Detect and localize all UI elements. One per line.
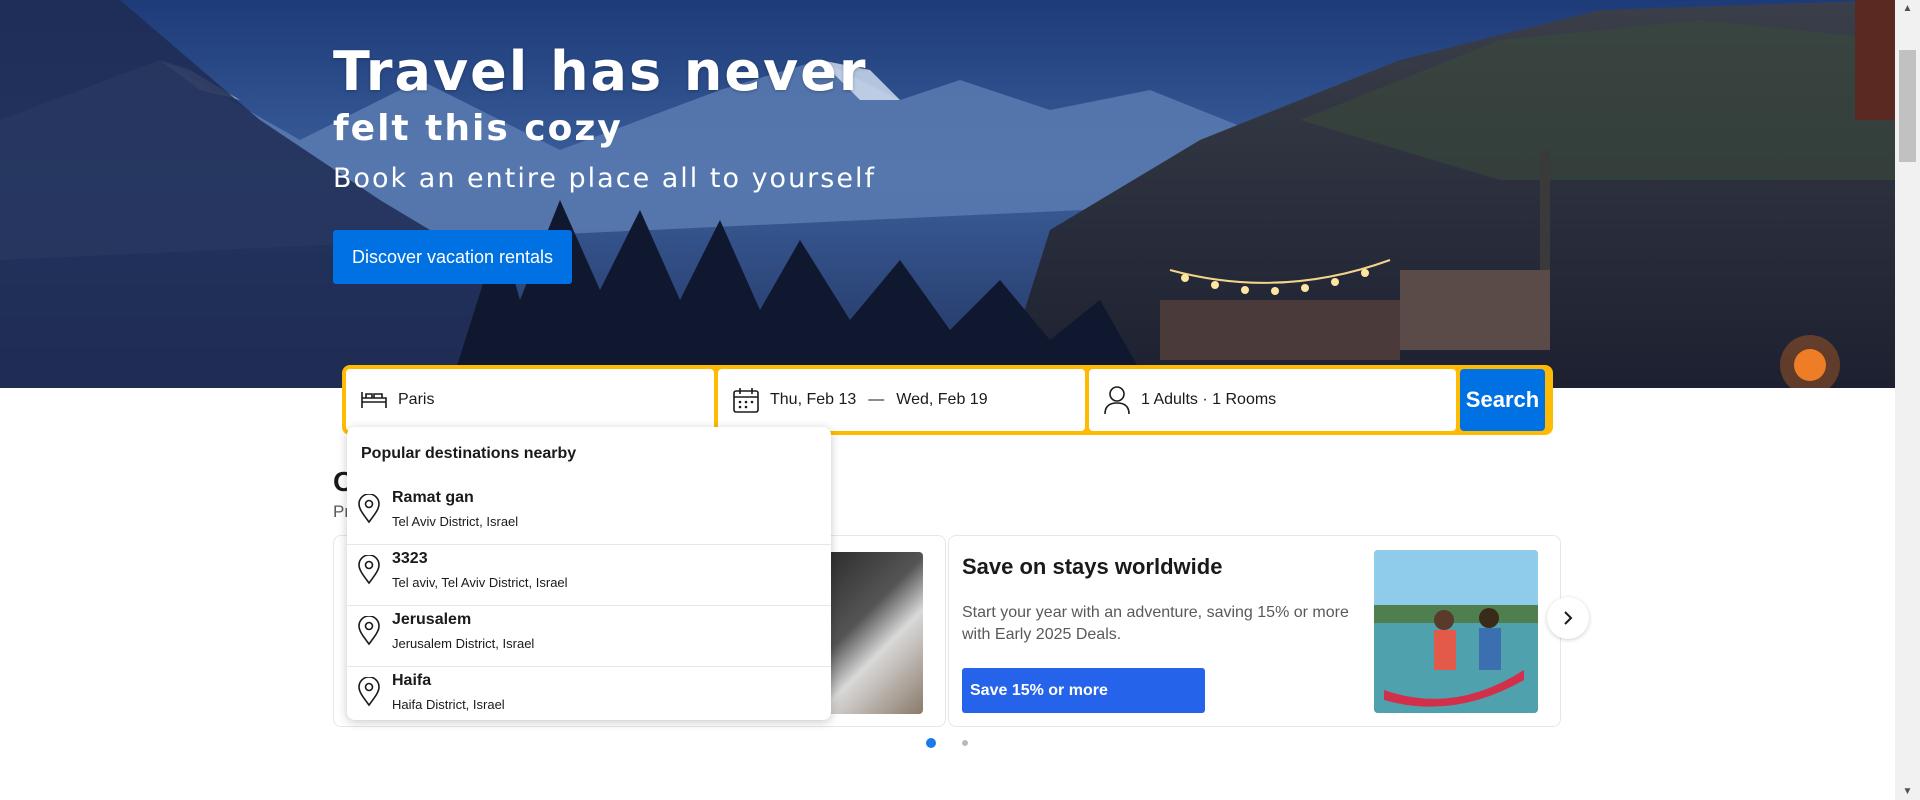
- discover-vacation-rentals-button[interactable]: Discover vacation rentals: [333, 230, 572, 284]
- offer-card-2-photo: [1374, 550, 1538, 713]
- suggestion-name: Ramat gan: [392, 489, 474, 506]
- hero-banner: Travel has never felt this cozy Book an …: [0, 0, 1895, 388]
- guests-field[interactable]: 1 Adults · 1 Rooms: [1089, 369, 1456, 431]
- suggestion-region: Tel Aviv District, Israel: [392, 514, 519, 529]
- offer-card-1-photo: [823, 552, 923, 714]
- check-in-date: Thu, Feb 13: [770, 391, 857, 408]
- hero-title: Travel has never: [333, 40, 868, 103]
- page-scrollbar[interactable]: ▲ ▼: [1895, 0, 1920, 800]
- suggestion-name: Jerusalem: [392, 611, 472, 628]
- location-pin-icon: [358, 616, 380, 646]
- date-separator: —: [868, 391, 885, 408]
- scrollbar-thumb[interactable]: [1899, 50, 1916, 162]
- suggestion-list: Ramat gan Tel Aviv District, Israel 3323…: [347, 484, 831, 720]
- hero-title-second-line: felt this cozy: [333, 108, 623, 149]
- location-pin-icon: [358, 555, 380, 585]
- canoe-photo: [1374, 550, 1538, 713]
- search-bar: Thu, Feb 13 — Wed, Feb 19 1 Adults · 1 R…: [342, 365, 1553, 435]
- carousel-dot[interactable]: [962, 740, 968, 746]
- page: Travel has never felt this cozy Book an …: [0, 0, 1920, 800]
- person-icon: [1104, 386, 1130, 415]
- dropdown-heading: Popular destinations nearby: [361, 445, 577, 462]
- guests-summary: 1 Adults · 1 Rooms: [1141, 391, 1277, 408]
- suggestion-region: Tel aviv, Tel Aviv District, Israel: [392, 575, 568, 590]
- location-pin-icon: [358, 494, 380, 524]
- chevron-right-icon: [1564, 611, 1573, 625]
- scroll-up-arrow-icon[interactable]: ▲: [1895, 0, 1920, 17]
- carousel-dot-active[interactable]: [926, 738, 936, 748]
- suggestion-name: Haifa: [392, 672, 432, 689]
- dates-field[interactable]: Thu, Feb 13 — Wed, Feb 19: [718, 369, 1085, 431]
- calendar-icon: [733, 388, 759, 413]
- location-pin-icon: [358, 677, 380, 707]
- destination-field[interactable]: [346, 369, 714, 431]
- offer-card-2-description: Start your year with an adventure, savin…: [962, 604, 1349, 643]
- offer-card-2[interactable]: Save on stays worldwide Start your year …: [948, 535, 1561, 727]
- check-out-date: Wed, Feb 19: [896, 391, 988, 408]
- suggestion-item-ramat-gan[interactable]: Ramat gan Tel Aviv District, Israel: [347, 484, 831, 545]
- suggestion-name: 3323: [392, 550, 428, 567]
- suggestion-region: Jerusalem District, Israel: [392, 636, 535, 651]
- hero-landscape-image: [0, 0, 1895, 388]
- offer-card-2-title: Save on stays worldwide: [962, 554, 1223, 579]
- scroll-down-arrow-icon[interactable]: ▼: [1895, 783, 1920, 800]
- destination-input[interactable]: [398, 391, 698, 409]
- suggestion-item-3323[interactable]: 3323 Tel aviv, Tel Aviv District, Israel: [347, 545, 831, 606]
- hero-text-block: Travel has never felt this cozy Book an …: [333, 38, 876, 200]
- hero-subtitle: Book an entire place all to yourself: [333, 163, 876, 194]
- save-15-button[interactable]: Save 15% or more: [962, 668, 1205, 713]
- destination-suggestions-dropdown: Popular destinations nearby Ramat gan Te…: [347, 427, 831, 720]
- suggestion-item-haifa[interactable]: Haifa Haifa District, Israel: [347, 667, 831, 720]
- bed-icon: [361, 392, 387, 408]
- carousel-next-button[interactable]: [1547, 597, 1589, 639]
- suggestion-region: Haifa District, Israel: [392, 697, 505, 712]
- suggestion-item-jerusalem[interactable]: Jerusalem Jerusalem District, Israel: [347, 606, 831, 667]
- search-button[interactable]: Search: [1460, 369, 1545, 431]
